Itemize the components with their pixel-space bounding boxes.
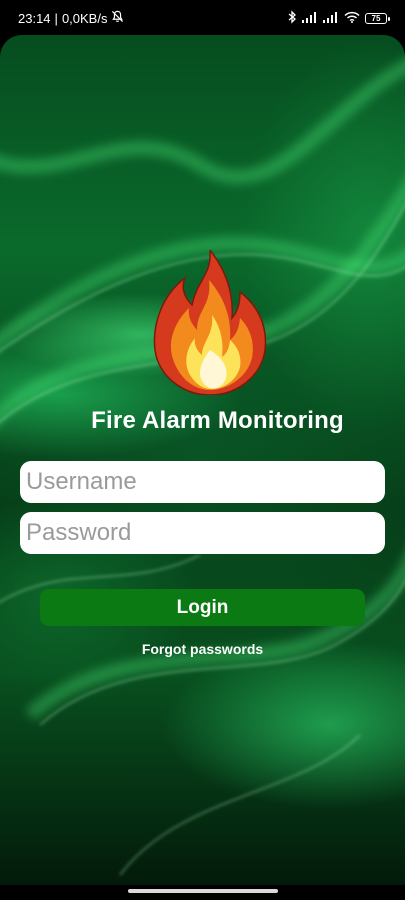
signal-icon xyxy=(302,11,318,26)
bell-off-icon xyxy=(111,10,124,26)
status-right: 75 xyxy=(288,9,390,27)
login-screen: Fire Alarm Monitoring Login Forgot passw… xyxy=(0,35,405,885)
username-input[interactable] xyxy=(20,461,385,503)
battery-level: 75 xyxy=(371,13,381,23)
login-button[interactable]: Login xyxy=(40,589,365,626)
clock: 23:14 xyxy=(18,10,51,26)
bluetooth-icon xyxy=(288,9,297,27)
status-left: 23:14 | 0,0KB/s xyxy=(18,10,124,26)
forgot-password-link[interactable]: Forgot passwords xyxy=(0,641,405,657)
signal-icon xyxy=(323,11,339,26)
app-title: Fire Alarm Monitoring xyxy=(91,407,344,434)
net-speed: 0,0KB/s xyxy=(61,10,108,26)
password-input[interactable] xyxy=(20,512,385,554)
wifi-icon xyxy=(344,11,360,26)
flame-icon xyxy=(152,247,268,396)
status-separator: | xyxy=(54,10,58,26)
battery-icon: 75 xyxy=(365,12,390,24)
home-indicator[interactable] xyxy=(128,889,278,893)
status-bar: 23:14 | 0,0KB/s 75 xyxy=(0,0,405,36)
background-swirl xyxy=(0,59,405,876)
